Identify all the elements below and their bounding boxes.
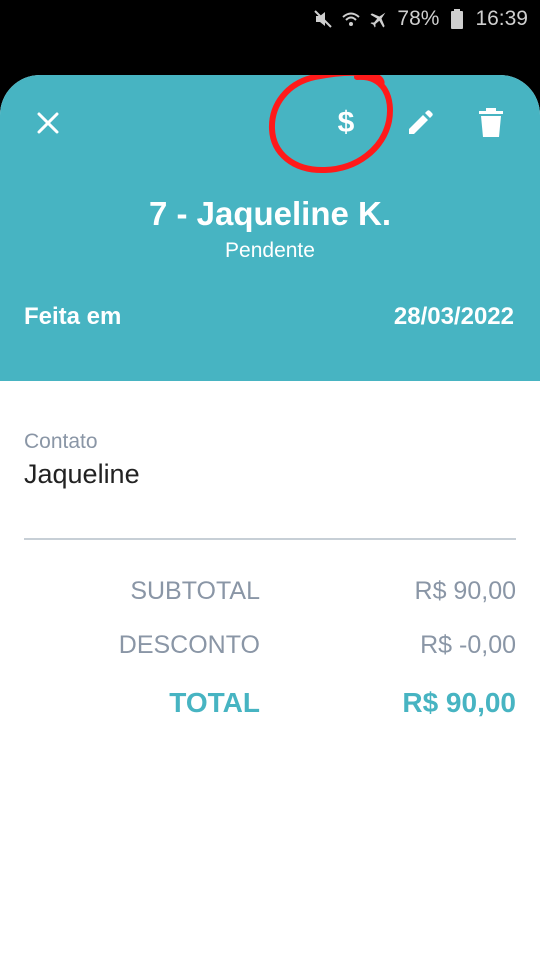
wifi-icon xyxy=(341,9,361,29)
total-row: TOTAL R$ 90,00 xyxy=(0,687,540,723)
subtotal-value: R$ 90,00 xyxy=(414,577,516,605)
divider xyxy=(24,538,516,540)
order-title: 7 - Jaqueline K. xyxy=(148,195,392,232)
airplane-icon xyxy=(369,9,389,29)
status-icons: 78% 16:39 xyxy=(313,6,528,32)
made-on-label: Feita em xyxy=(24,303,122,330)
subtotal-row: SUBTOTAL R$ 90,00 xyxy=(0,577,540,613)
status-bar: 78% 16:39 xyxy=(0,0,540,38)
battery-percent: 78% xyxy=(397,7,440,30)
total-value: R$ 90,00 xyxy=(402,687,516,718)
total-label: TOTAL xyxy=(169,687,260,718)
subtotal-label: SUBTOTAL xyxy=(130,577,260,605)
close-button[interactable] xyxy=(24,99,72,147)
delete-button[interactable] xyxy=(467,99,515,147)
order-detail-sheet: $ 7 - Jaqueline K. Pendente Feita em 28/… xyxy=(0,75,540,960)
order-status: Pendente xyxy=(225,239,315,262)
made-on-date: 28/03/2022 xyxy=(393,303,514,330)
discount-value: R$ -0,00 xyxy=(420,631,516,659)
battery-icon xyxy=(447,9,467,29)
order-header: $ 7 - Jaqueline K. Pendente Feita em 28/… xyxy=(0,75,540,381)
contact-label: Contato xyxy=(24,430,98,453)
contact-value: Jaqueline xyxy=(24,459,140,489)
clock: 16:39 xyxy=(475,7,528,30)
mute-icon xyxy=(313,9,333,29)
discount-label: DESCONTO xyxy=(118,631,260,659)
discount-row: DESCONTO R$ -0,00 xyxy=(0,631,540,667)
edit-button[interactable] xyxy=(396,99,444,147)
red-circle-annotation xyxy=(268,75,393,174)
close-icon xyxy=(37,112,59,134)
pencil-icon xyxy=(409,110,433,134)
trash-icon xyxy=(479,108,503,137)
